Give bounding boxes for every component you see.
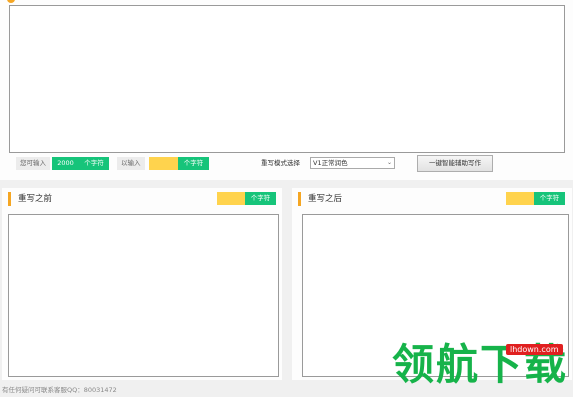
smart-write-button[interactable]: 一键智能辅助写作 [417, 155, 493, 172]
footer-contact: 有任何疑问可联系客服QQ：80031472 [2, 386, 117, 394]
after-pane-title: 重写之后 [308, 194, 343, 204]
site-watermark: 领航下载 lhdown.com [392, 336, 573, 397]
before-char-count [217, 192, 245, 205]
before-pane-title: 重写之前 [18, 194, 53, 204]
controls-bar: 您可输入 2000 个字符 以输入 个字符 重写模式选择 V1正常润色 ⌄ 一键… [0, 155, 573, 173]
before-pane: 重写之前 个字符 [2, 188, 282, 380]
entered-count [149, 157, 178, 170]
can-input-unit: 个字符 [79, 157, 109, 170]
after-char-count [506, 192, 534, 205]
mode-label: 重写模式选择 [261, 159, 300, 167]
chevron-down-icon: ⌄ [386, 159, 392, 166]
main-text-input[interactable] [9, 5, 565, 153]
watermark-url: lhdown.com [506, 344, 563, 355]
can-input-value: 2000 [52, 157, 79, 170]
input-panel: 您可输入 2000 个字符 以输入 个字符 重写模式选择 V1正常润色 ⌄ 一键… [0, 0, 573, 180]
entered-label: 以输入 [117, 157, 145, 170]
title-accent-bar [298, 192, 301, 206]
after-char-unit: 个字符 [534, 192, 565, 205]
mode-select-value: V1正常润色 [313, 159, 348, 167]
entered-unit: 个字符 [178, 157, 209, 170]
mode-select[interactable]: V1正常润色 ⌄ [310, 157, 395, 169]
before-char-unit: 个字符 [245, 192, 276, 205]
title-accent-bar [8, 192, 11, 206]
can-input-label: 您可输入 [16, 157, 50, 170]
before-text-area[interactable] [8, 214, 279, 377]
corner-accent [7, 0, 15, 3]
